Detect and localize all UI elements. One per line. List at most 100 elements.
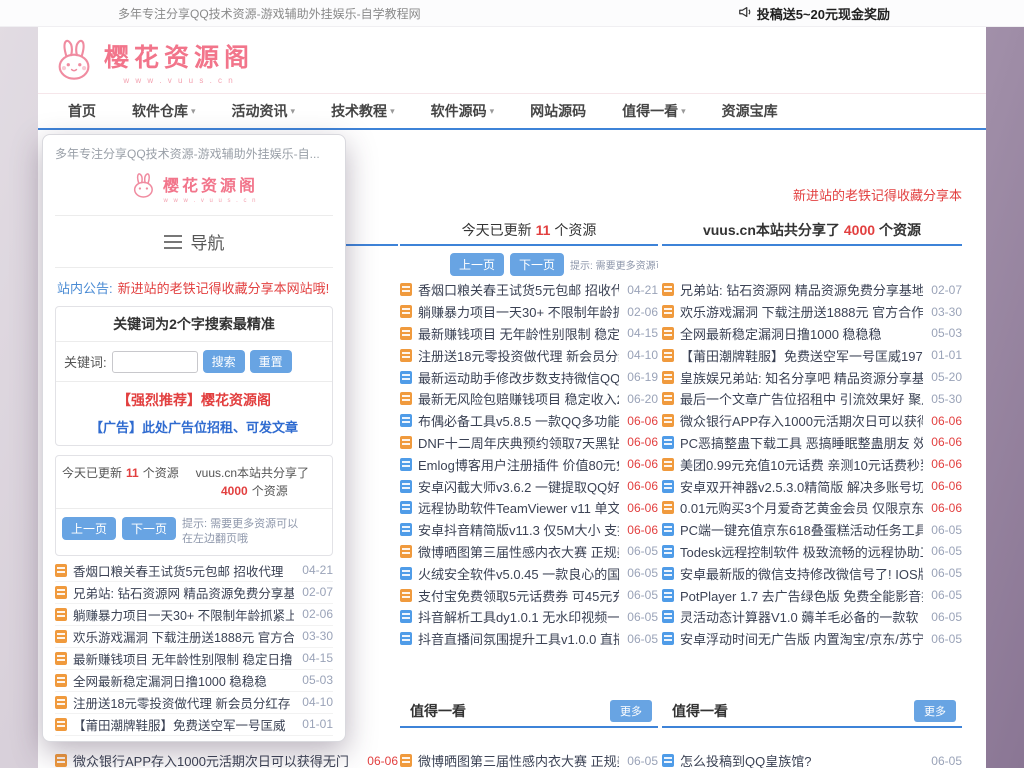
resource-list-item[interactable]: 远程协助软件TeamViewer v11 单文件版 方便 06-06 bbox=[400, 497, 658, 519]
resource-title: 躺赚暴力项目一天30+ 不限制年龄抓紧上 bbox=[73, 605, 294, 624]
reset-button[interactable]: 重置 bbox=[250, 350, 292, 373]
resource-type-icon bbox=[662, 523, 674, 536]
resource-list-item[interactable]: 微博晒图第三届性感内衣大赛 正规美图等你欣 06-05 bbox=[400, 541, 658, 563]
resource-list-item[interactable]: 欢乐游戏漏洞 下载注册送1888元 官方合作 03-30 bbox=[662, 301, 962, 323]
resource-list-item[interactable]: 0.01元购买3个月爱奇艺黄金会员 仅限京东白 06-06 bbox=[662, 497, 962, 519]
nav-item[interactable]: 网站源码 ▾ bbox=[530, 101, 586, 121]
resource-title: DNF十二周年庆典预约领取7天黑钻 回归用户 bbox=[418, 433, 619, 452]
resource-list-item[interactable]: 微众银行APP存入1000元活期次日可以获得无 06-06 bbox=[662, 410, 962, 432]
bottom-resource-item[interactable]: 怎么投稿到QQ皇族馆? 06-05 bbox=[662, 750, 962, 768]
resource-title: 抖音解析工具dy1.0.1 无水印视频一键解析软件 bbox=[418, 607, 619, 626]
resource-list-item[interactable]: 兄弟站: 钻石资源网 精品资源免费分享基 02-07 bbox=[55, 582, 333, 604]
resource-list-item[interactable]: 安卓浮动时间无广告版 内置淘宝/京东/苏宁/拼 06-05 bbox=[662, 628, 962, 650]
resource-list-item[interactable]: 安卓闪截大师v3.6.2 一键提取QQ好友发的闪照 06-06 bbox=[400, 475, 658, 497]
resource-type-icon bbox=[400, 610, 412, 623]
resource-title: Emlog博客用户注册插件 价值80元免费分享 bbox=[418, 455, 619, 474]
resource-list-item[interactable]: 安卓最新版的微信支持修改微信号了! IOS版 06-05 bbox=[662, 562, 962, 584]
nav-item[interactable]: 软件源码 ▾ bbox=[431, 101, 495, 121]
search-button[interactable]: 搜索 bbox=[203, 350, 245, 373]
search-input[interactable] bbox=[112, 351, 198, 373]
resource-date: 06-06 bbox=[931, 479, 962, 493]
resource-list-item[interactable]: 安卓抖音精简版v11.3 仅5M大小 支持账号登录 06-06 bbox=[400, 519, 658, 541]
nav-item[interactable]: 值得一看 ▾ bbox=[622, 101, 686, 121]
resource-list-item[interactable]: 火绒安全软件v5.0.45 一款良心的国产安全软件 06-05 bbox=[400, 562, 658, 584]
search-box: 关键词为2个字搜索最精准 关键词: 搜索 重置 【强烈推荐】樱花资源阁 【广告】… bbox=[55, 306, 333, 446]
bottom-resource-item[interactable]: 微博晒图第三届性感内衣大赛 正规美图等你欣赏 06-05 bbox=[400, 750, 658, 768]
resource-list-item[interactable]: 最新赚钱项目 无年龄性别限制 稳定日撸300+ 04-15 bbox=[400, 323, 658, 345]
nav-toggle[interactable]: 导航 bbox=[55, 216, 333, 268]
next-page-button[interactable]: 下一页 bbox=[510, 253, 564, 276]
resource-list-item[interactable]: 全网最新稳定漏洞日撸1000 稳稳稳 05-03 bbox=[662, 323, 962, 345]
resource-list-item[interactable]: 皇族娱兄弟站: 知名分享吧 精品资源分享基地 05-20 bbox=[662, 366, 962, 388]
resource-type-icon bbox=[400, 414, 412, 427]
resource-list-item[interactable]: 注册送18元零投资做代理 新会员分红存 04-10 bbox=[55, 692, 333, 714]
resource-list-item[interactable]: 【莆田潮牌鞋服】免费送空军一号匡威 01-01 bbox=[55, 714, 333, 736]
resource-title: 全网最新稳定漏洞日撸1000 稳稳稳 bbox=[680, 324, 923, 343]
resource-type-icon bbox=[662, 305, 674, 318]
resource-list-item[interactable]: DNF十二周年庆典预约领取7天黑钻 回归用户 06-06 bbox=[400, 432, 658, 454]
resource-list-item[interactable]: 躺赚暴力项目一天30+ 不限制年龄抓紧上 02-06 bbox=[55, 604, 333, 626]
more-button[interactable]: 更多 bbox=[610, 700, 652, 722]
resource-list-item[interactable]: 兄弟站: 钻石资源网 精品资源免费分享基地 02-07 bbox=[662, 279, 962, 301]
resource-list-item[interactable]: 【莆田潮牌鞋服】免费送空军一号匡威1970s 01-01 bbox=[662, 344, 962, 366]
resource-list-item[interactable]: 安卓双开神器v2.5.3.0精简版 解决多账号切换 06-06 bbox=[662, 475, 962, 497]
site-notice: 站内公告: 新进站的老铁记得收藏分享本网站哦! 想 bbox=[55, 268, 333, 306]
resource-list-item[interactable]: 注册送18元零投资做代理 新会员分红存1000 04-10 bbox=[400, 344, 658, 366]
section-title: 值得一看 bbox=[410, 701, 466, 721]
resource-list-item[interactable]: 布偶必备工具v5.8.5 一款QQ多功能工具软件 06-06 bbox=[400, 410, 658, 432]
resource-type-icon bbox=[662, 392, 674, 405]
resource-date: 06-05 bbox=[627, 610, 658, 624]
site-name: 樱花资源阁 bbox=[104, 38, 254, 74]
resource-list-item[interactable]: 最新赚钱项目 无年龄性别限制 稳定日撸 04-15 bbox=[55, 648, 333, 670]
resource-list-item[interactable]: 抖音直播间氛围提升工具v1.0.0 直播间自动发 06-05 bbox=[400, 628, 658, 650]
resource-type-icon bbox=[55, 674, 67, 687]
resource-date: 06-05 bbox=[931, 754, 962, 768]
resource-date: 06-06 bbox=[931, 414, 962, 428]
resource-list-item[interactable]: Emlog博客用户注册插件 价值80元免费分享 06-06 bbox=[400, 453, 658, 475]
resource-date: 06-19 bbox=[627, 370, 658, 384]
resource-list-item[interactable]: 最新无风险包赔赚钱项目 稳定收入200-500元 06-20 bbox=[400, 388, 658, 410]
resource-title: 微众银行APP存入1000元活期次日可以获得无 bbox=[680, 411, 923, 430]
prev-page-button[interactable]: 上一页 bbox=[450, 253, 504, 276]
resource-date: 06-05 bbox=[931, 588, 962, 602]
resource-list-item[interactable]: PotPlayer 1.7 去广告绿色版 免费全能影音播 06-05 bbox=[662, 584, 962, 606]
resource-date: 04-10 bbox=[627, 348, 658, 362]
resource-list-item[interactable]: 全网最新稳定漏洞日撸1000 稳稳稳 05-03 bbox=[55, 670, 333, 692]
next-page-button[interactable]: 下一页 bbox=[122, 517, 176, 540]
panel-header-updated: 今天已更新11个资源 bbox=[400, 216, 658, 246]
nav-item[interactable]: 活动资讯 ▾ bbox=[232, 101, 296, 121]
resource-type-icon bbox=[400, 632, 412, 645]
overlay-site-logo[interactable]: 樱花资源阁 w w w . v u u s . c n bbox=[55, 166, 333, 216]
resource-type-icon bbox=[400, 371, 412, 384]
site-tagline: 多年专注分享QQ技术资源-游戏辅助外挂娱乐-自学教程网 bbox=[118, 5, 421, 22]
resource-list-item[interactable]: 欢乐游戏漏洞 下载注册送1888元 官方合 03-30 bbox=[55, 626, 333, 648]
nav-item[interactable]: 首页 ▾ bbox=[68, 101, 96, 121]
promo-link-hot[interactable]: 【强烈推荐】樱花资源阁 bbox=[56, 382, 332, 414]
more-button[interactable]: 更多 bbox=[914, 700, 956, 722]
resource-date: 06-06 bbox=[367, 754, 398, 768]
submit-reward-link[interactable]: 投稿送5~20元现金奖励 bbox=[738, 4, 890, 23]
resource-list-item[interactable]: PC恶搞整蛊下载工具 恶搞睡眠整蛊朋友 效 06-06 bbox=[662, 432, 962, 454]
resource-list-item[interactable]: 香烟口粮关春王试货5元包邮 招收代理 04-21 bbox=[400, 279, 658, 301]
resource-title: 怎么投稿到QQ皇族馆? bbox=[680, 751, 923, 768]
nav-item[interactable]: 技术教程 ▾ bbox=[331, 101, 395, 121]
resource-list-item[interactable]: 最后一个文章广告位招租中 引流效果好 聚八方 05-30 bbox=[662, 388, 962, 410]
resource-title: PC端一键充值京东618叠蛋糕活动任务工具 bbox=[680, 520, 923, 539]
resource-list-item[interactable]: 灵活动态计算器V1.0 薅羊毛必备的一款软 06-05 bbox=[662, 606, 962, 628]
bottom-resource-item[interactable]: 微众银行APP存入1000元活期次日可以获得无门 06-06 bbox=[55, 750, 398, 768]
resource-list-item[interactable]: Todesk远程控制软件 极致流畅的远程协助工具 06-05 bbox=[662, 541, 962, 563]
resource-list-item[interactable]: 支付宝免费领取5元话费券 可45元充值三网50 06-05 bbox=[400, 584, 658, 606]
prev-page-button[interactable]: 上一页 bbox=[62, 517, 116, 540]
nav-item[interactable]: 软件仓库 ▾ bbox=[132, 101, 196, 121]
resource-list-item[interactable]: 最新运动助手修改步数支持微信QQ+ZFB步 06-19 bbox=[400, 366, 658, 388]
resource-list-item[interactable]: 美团0.99元充值10元话费 亲测10元话费秒到 06-06 bbox=[662, 453, 962, 475]
nav-item[interactable]: 资源宝库 ▾ bbox=[722, 101, 778, 121]
resource-date: 02-06 bbox=[627, 305, 658, 319]
resource-list-item[interactable]: 香烟口粮关春王试货5元包邮 招收代理 04-21 bbox=[55, 560, 333, 582]
promo-link-ad[interactable]: 【广告】此处广告位招租、可发文章 bbox=[56, 414, 332, 445]
resource-list-item[interactable]: PC端一键充值京东618叠蛋糕活动任务工具 06-05 bbox=[662, 519, 962, 541]
resource-list-item[interactable]: 躺赚暴力项目一天30+ 不限制年龄抓紧上车 02-06 bbox=[400, 301, 658, 323]
megaphone-icon bbox=[738, 5, 752, 22]
site-logo[interactable]: 樱花资源阁 w w w . v u u s . c n bbox=[52, 35, 254, 88]
resource-list-item[interactable]: 抖音解析工具dy1.0.1 无水印视频一键解析软件 06-05 bbox=[400, 606, 658, 628]
